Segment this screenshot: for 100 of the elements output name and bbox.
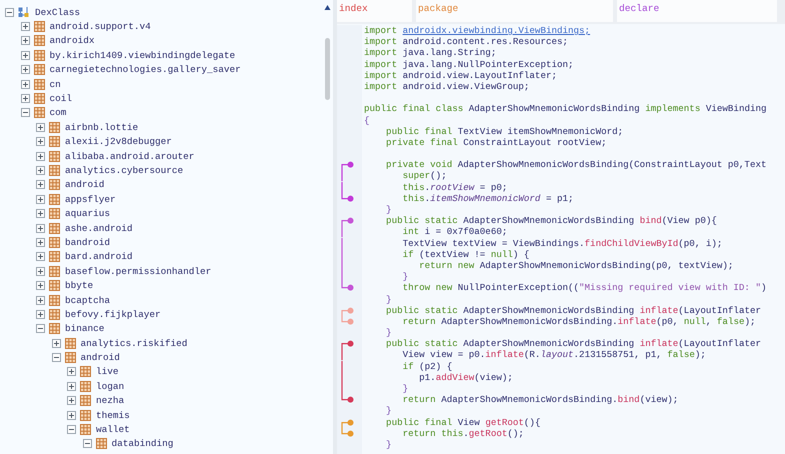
expand-icon[interactable]: [36, 224, 45, 233]
code-line: public static AdapterShowMnemonicWordsBinding inflate(LayoutInflater: [385, 304, 761, 316]
code-line: }: [385, 438, 392, 450]
tree-item[interactable]: com: [50, 107, 66, 118]
package-icon: [49, 266, 60, 277]
tree-item[interactable]: bandroid: [65, 236, 110, 248]
expand-icon[interactable]: [36, 122, 45, 132]
tree-item[interactable]: wallet: [96, 424, 130, 436]
tree-item[interactable]: befovy.fijkplayer: [65, 308, 161, 320]
tree-item[interactable]: themis: [96, 410, 130, 421]
tree-item[interactable]: cn: [50, 78, 61, 90]
tree-item[interactable]: nezha: [96, 395, 124, 406]
package-icon: [80, 395, 91, 406]
tree-item[interactable]: alibaba.android.arouter: [65, 150, 194, 162]
collapse-icon[interactable]: [5, 8, 14, 17]
tree-item[interactable]: baseflow.permissionhandler: [65, 266, 212, 277]
package-icon: [80, 380, 91, 392]
tree-item[interactable]: binance: [65, 323, 104, 334]
expand-icon[interactable]: [36, 238, 45, 247]
expand-icon[interactable]: [36, 281, 45, 290]
expand-icon[interactable]: [36, 166, 45, 175]
column-header[interactable]: index: [337, 0, 412, 22]
expand-icon[interactable]: [20, 80, 30, 89]
expand-icon[interactable]: [36, 152, 45, 161]
expand-icon[interactable]: [67, 367, 76, 376]
expand-icon[interactable]: [20, 50, 30, 60]
tree-item[interactable]: coil: [50, 93, 72, 104]
code-line: }: [385, 294, 392, 305]
collapse-icon[interactable]: [52, 353, 60, 362]
expand-icon[interactable]: [20, 36, 30, 46]
expand-icon[interactable]: [20, 65, 30, 74]
code-line: public static AdapterShowMnemonicWordsBinding inflate(LayoutInflater: [385, 338, 761, 350]
tree-item[interactable]: analytics.riskified: [80, 338, 188, 349]
expand-icon[interactable]: [36, 252, 45, 262]
package-icon: [49, 136, 60, 148]
code-line: this.itemShowMnemonicWord = p1;: [402, 192, 574, 204]
tree-item[interactable]: live: [96, 366, 119, 378]
tree-item[interactable]: by.kirich1409.viewbindingdelegate: [50, 50, 236, 61]
tree-item[interactable]: logan: [96, 380, 124, 392]
collapse-icon[interactable]: [20, 108, 30, 118]
expand-icon[interactable]: [36, 194, 45, 204]
code-line: public final View getRoot(){: [385, 416, 540, 428]
code-line: throw new NullPointerException(("Missing required view with ID: "): [402, 282, 766, 294]
code-line: }: [402, 383, 408, 394]
package-icon: [49, 308, 60, 320]
expand-icon[interactable]: [67, 396, 76, 406]
expand-icon[interactable]: [52, 338, 60, 348]
tree-item[interactable]: android: [65, 179, 104, 190]
tree-item[interactable]: androidx: [50, 35, 95, 46]
package-icon: [64, 352, 76, 364]
package-icon: [34, 64, 44, 76]
code-line: import android.view.ViewGroup;: [363, 80, 530, 92]
tree-item[interactable]: aquarius: [65, 208, 110, 220]
expand-icon[interactable]: [36, 209, 45, 218]
package-icon: [49, 280, 60, 292]
code-line: public final class AdapterShowMnemonicWordsBinding implements ViewBinding: [363, 103, 767, 115]
collapse-icon[interactable]: [36, 324, 45, 334]
package-icon: [49, 194, 60, 205]
tree-item[interactable]: ashe.android: [65, 222, 133, 234]
expand-icon[interactable]: [20, 22, 30, 32]
expand-icon[interactable]: [67, 410, 76, 420]
package-icon: [49, 294, 60, 306]
tree-item[interactable]: bcaptcha: [65, 294, 110, 306]
tree-item[interactable]: android: [80, 352, 120, 364]
tree-item[interactable]: appsflyer: [65, 194, 116, 205]
package-icon: [96, 438, 106, 450]
code-line: this.rootView = p0;: [402, 182, 508, 193]
expand-icon[interactable]: [36, 266, 45, 276]
tree-item[interactable]: databinding: [112, 438, 174, 450]
tree-item[interactable]: airbnb.lottie: [65, 122, 138, 133]
expand-icon[interactable]: [36, 180, 45, 190]
tree-item[interactable]: bard.android: [65, 251, 133, 262]
tree-item[interactable]: android.support.v4: [50, 21, 151, 32]
code-line: import android.view.LayoutInflater;: [363, 70, 557, 81]
code-line: import java.lang.NullPointerException;: [363, 58, 574, 70]
expand-icon[interactable]: [36, 296, 45, 304]
code-line: TextView textView = ViewBindings.findChildViewById(p0, i);: [402, 238, 722, 249]
expand-icon[interactable]: [36, 137, 45, 146]
link[interactable]: androidx.viewbinding.ViewBindings;: [402, 25, 590, 36]
package-icon: [49, 323, 60, 334]
tree-item[interactable]: analytics.cybersource: [65, 164, 184, 176]
collapse-icon[interactable]: [82, 439, 92, 448]
code-line: {: [363, 114, 370, 126]
package-icon: [80, 410, 91, 421]
collapse-icon[interactable]: [67, 425, 76, 434]
code-line: return AdapterShowMnemonicWordsBinding.bind(view);: [402, 394, 678, 406]
expand-icon[interactable]: [36, 310, 45, 319]
tree-item[interactable]: bbyte: [65, 280, 94, 292]
expand-icon[interactable]: [20, 94, 30, 104]
package-icon: [49, 222, 60, 234]
column-header[interactable]: declare: [617, 0, 777, 22]
code-line: import androidx.viewbinding.ViewBindings;: [363, 25, 590, 36]
tree-item[interactable]: alexii.j2v8debugger: [65, 136, 172, 148]
package-icon: [49, 150, 60, 162]
expand-icon[interactable]: [67, 382, 76, 391]
tree-item[interactable]: carnegietechnologies.gallery_saver: [50, 64, 241, 76]
code-line: public final TextView itemShowMnemonicWord;: [385, 126, 624, 137]
code-line: public static AdapterShowMnemonicWordsBinding bind(View p0){: [385, 215, 717, 226]
tree-item[interactable]: DexClass: [35, 6, 80, 18]
code-line: }: [385, 405, 392, 417]
